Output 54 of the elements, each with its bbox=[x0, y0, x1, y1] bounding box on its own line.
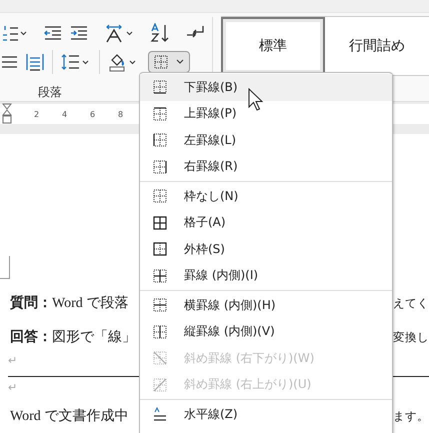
menu-item[interactable]: 外枠(S) bbox=[140, 236, 392, 262]
dotted-border-icon bbox=[154, 54, 168, 69]
border-option-icon bbox=[153, 298, 167, 312]
body-text: Word で文書作成中 bbox=[9, 407, 130, 425]
paragraph-mark: ↵ bbox=[8, 354, 18, 367]
text-direction-icon[interactable] bbox=[104, 23, 134, 44]
border-option-icon bbox=[153, 189, 167, 204]
body-text: えてく bbox=[393, 296, 429, 310]
body-text: ます。 bbox=[393, 410, 429, 424]
horizontal-line-icon bbox=[153, 407, 167, 422]
border-option-icon bbox=[153, 268, 167, 283]
border-option-icon bbox=[153, 378, 167, 392]
distributed-align-icon[interactable] bbox=[26, 52, 44, 71]
mouse-pointer-icon bbox=[248, 88, 264, 112]
ruler-number: 8 bbox=[118, 110, 124, 118]
menu-item[interactable]: 下罫線(B) bbox=[140, 74, 392, 100]
menu-item[interactable]: 枠なし(N) bbox=[140, 183, 392, 210]
ruler-number: 4 bbox=[62, 110, 68, 118]
margin-corner-mark bbox=[0, 256, 10, 279]
border-option-icon bbox=[153, 216, 167, 230]
border-option-icon bbox=[153, 351, 167, 366]
style-tile[interactable]: 行間詰め bbox=[325, 17, 429, 75]
increase-indent-icon[interactable] bbox=[70, 25, 88, 42]
shading-icon[interactable] bbox=[108, 52, 138, 72]
menu-item[interactable]: 右罫線(R) bbox=[140, 154, 392, 180]
justify-align-icon[interactable] bbox=[2, 54, 18, 69]
menu-item[interactable]: 左罫線(L) bbox=[140, 127, 392, 154]
body-text: 変換し bbox=[393, 330, 429, 344]
caret-icon bbox=[176, 59, 184, 64]
body-text: 質問：Word で段落 bbox=[9, 294, 130, 312]
menu-item[interactable]: 格子(A) bbox=[140, 210, 392, 236]
sort-icon[interactable] bbox=[150, 23, 170, 44]
menu-item[interactable]: 横罫線 (内側)(H) bbox=[140, 292, 392, 318]
menu-item[interactable]: 罫線 (内側)(I) bbox=[140, 262, 392, 289]
decrease-indent-icon[interactable] bbox=[44, 25, 62, 42]
menu-item[interactable]: 縦罫線 (内側)(V) bbox=[140, 318, 392, 345]
style-tile[interactable]: 標準 bbox=[221, 17, 325, 75]
border-option-icon bbox=[153, 133, 167, 148]
indent-marker-icon[interactable] bbox=[2, 103, 12, 125]
menu-item[interactable]: 水平線(Z) bbox=[140, 401, 392, 428]
border-option-icon bbox=[153, 324, 167, 339]
numbered-list-icon[interactable] bbox=[2, 24, 28, 42]
border-option-icon bbox=[153, 106, 167, 121]
line-spacing-icon[interactable] bbox=[61, 52, 91, 71]
border-option-icon bbox=[153, 80, 167, 94]
paragraph-mark: ↵ bbox=[8, 381, 18, 394]
border-option-icon bbox=[153, 160, 167, 174]
ruler-number: 6 bbox=[90, 110, 96, 118]
border-option-icon bbox=[153, 242, 167, 256]
menu-item[interactable]: 上罫線(P) bbox=[140, 100, 392, 127]
borders-button[interactable] bbox=[148, 50, 190, 73]
group-label: 段落 bbox=[37, 84, 63, 101]
ruler-number: 2 bbox=[34, 110, 40, 118]
body-text: 回答：図形で「線」 bbox=[9, 328, 137, 346]
